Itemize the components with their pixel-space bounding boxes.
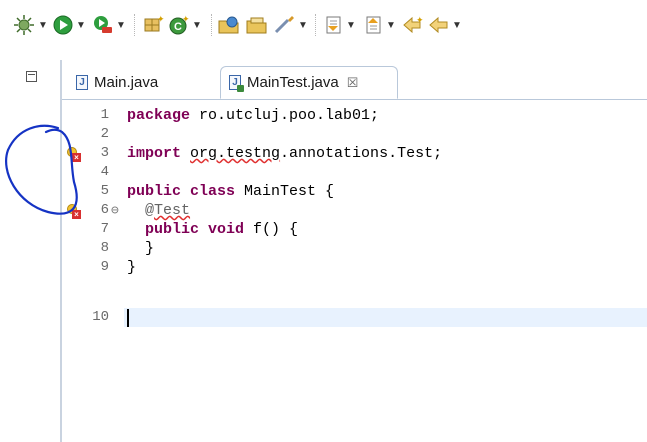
line-number: 9 bbox=[100, 259, 109, 275]
last-edit-icon: ✦ bbox=[403, 15, 424, 34]
code-token: f() { bbox=[244, 221, 299, 238]
code-line: 5 public class MainTest { bbox=[62, 182, 647, 201]
chevron-down-icon[interactable]: ▼ bbox=[192, 20, 202, 31]
code-line: × 3 import org.testng.annotations.Test; bbox=[62, 144, 647, 163]
code-text: package ro.utcluj.poo.lab01; bbox=[124, 106, 647, 125]
code-line: 8 } bbox=[62, 239, 647, 258]
debug-button[interactable]: ▼ bbox=[12, 11, 48, 39]
tab-label: Main.java bbox=[94, 74, 159, 91]
error-token: org.testng bbox=[190, 145, 281, 162]
java-test-file-icon: J bbox=[229, 75, 244, 92]
open-task-icon bbox=[246, 17, 267, 34]
ink-annotation-circle bbox=[5, 124, 78, 215]
open-task-button[interactable] bbox=[245, 11, 269, 39]
java-file-icon: J bbox=[76, 75, 88, 90]
toolbar-separator bbox=[134, 14, 135, 36]
chevron-down-icon[interactable]: ▼ bbox=[38, 20, 48, 31]
toolbar-separator bbox=[315, 14, 316, 36]
code-token: .annotations.Test; bbox=[280, 145, 443, 162]
keyword: public class bbox=[127, 183, 236, 200]
chevron-down-icon[interactable]: ▼ bbox=[386, 20, 396, 31]
code-token: ro.utcluj.poo.lab01; bbox=[190, 107, 380, 124]
run-button[interactable]: ▼ bbox=[52, 11, 86, 39]
next-annotation-icon bbox=[326, 16, 341, 34]
code-token: MainTest { bbox=[235, 183, 335, 200]
code-text: } bbox=[127, 240, 155, 257]
annotation-token: @ bbox=[145, 202, 155, 219]
text-cursor bbox=[127, 309, 129, 327]
search-icon bbox=[274, 16, 294, 34]
code-line: 9 } bbox=[62, 258, 647, 277]
code-text: import org.testng.annotations.Test; bbox=[124, 144, 647, 163]
svg-text:C: C bbox=[174, 21, 182, 33]
code-line: 2 bbox=[62, 125, 647, 144]
chevron-down-icon[interactable]: ▼ bbox=[298, 20, 308, 31]
previous-annotation-icon bbox=[366, 16, 381, 34]
svg-text:✦: ✦ bbox=[416, 15, 424, 25]
line-number: 8 bbox=[100, 240, 109, 256]
line-number: 7 bbox=[100, 221, 109, 237]
chevron-down-icon[interactable]: ▼ bbox=[116, 20, 126, 31]
code-editor[interactable]: 1 package ro.utcluj.poo.lab01; 2 × 3 imp… bbox=[62, 100, 647, 442]
new-package-button[interactable]: ✦ bbox=[142, 11, 164, 39]
open-type-button[interactable] bbox=[217, 11, 241, 39]
run-icon bbox=[53, 15, 73, 35]
tab-label: MainTest.java bbox=[247, 74, 339, 91]
toolbar-separator bbox=[211, 14, 212, 36]
error-token: Test bbox=[154, 202, 191, 219]
back-button[interactable]: ▼ bbox=[428, 11, 462, 39]
next-annotation-button[interactable]: ▼ bbox=[322, 11, 356, 39]
svg-text:✦: ✦ bbox=[182, 14, 190, 24]
chevron-down-icon[interactable]: ▼ bbox=[452, 20, 462, 31]
open-type-icon bbox=[218, 16, 239, 34]
left-trim bbox=[0, 60, 60, 442]
restore-icon[interactable] bbox=[26, 71, 37, 82]
new-class-icon: C ✦ bbox=[169, 14, 190, 35]
code-text: public void f() { bbox=[124, 220, 647, 239]
code-text: @Test bbox=[124, 201, 647, 220]
search-button[interactable]: ▼ bbox=[272, 11, 308, 39]
back-icon bbox=[429, 16, 448, 34]
previous-annotation-button[interactable]: ▼ bbox=[362, 11, 396, 39]
close-icon[interactable]: ☒ bbox=[347, 75, 359, 91]
svg-text:✦: ✦ bbox=[157, 14, 164, 24]
new-class-button[interactable]: C ✦ ▼ bbox=[168, 11, 202, 39]
keyword: package bbox=[127, 107, 191, 124]
code-line: 1 package ro.utcluj.poo.lab01; bbox=[62, 106, 647, 125]
chevron-down-icon[interactable]: ▼ bbox=[76, 20, 86, 31]
new-package-icon: ✦ bbox=[144, 14, 164, 32]
last-edit-button[interactable]: ✦ bbox=[402, 11, 424, 39]
tab-maintest-java[interactable]: J MainTest.java ☒ bbox=[220, 66, 398, 99]
code-line-current: 10 bbox=[62, 308, 647, 327]
keyword: public void bbox=[145, 221, 245, 238]
code-text: } bbox=[127, 259, 137, 276]
code-line: 7 public void f() { bbox=[62, 220, 647, 239]
code-line: × 6 ⊖ @Test bbox=[62, 201, 647, 220]
tab-main-java[interactable]: J Main.java bbox=[68, 66, 166, 99]
chevron-down-icon[interactable]: ▼ bbox=[346, 20, 356, 31]
editor-tab-bar: J Main.java J MainTest.java ☒ bbox=[62, 64, 647, 100]
debug-icon bbox=[14, 15, 34, 35]
external-tools-button[interactable]: ▼ bbox=[92, 11, 126, 39]
code-line: 4 bbox=[62, 163, 647, 182]
main-toolbar: ▼ ▼ ▼ ✦ C ✦ ▼ ▼ ▼ ▼ ✦ ▼ bbox=[0, 0, 647, 60]
code-text: public class MainTest { bbox=[124, 182, 647, 201]
external-tools-icon bbox=[94, 16, 112, 33]
line-number: 10 bbox=[92, 309, 109, 325]
keyword: import bbox=[127, 145, 182, 162]
